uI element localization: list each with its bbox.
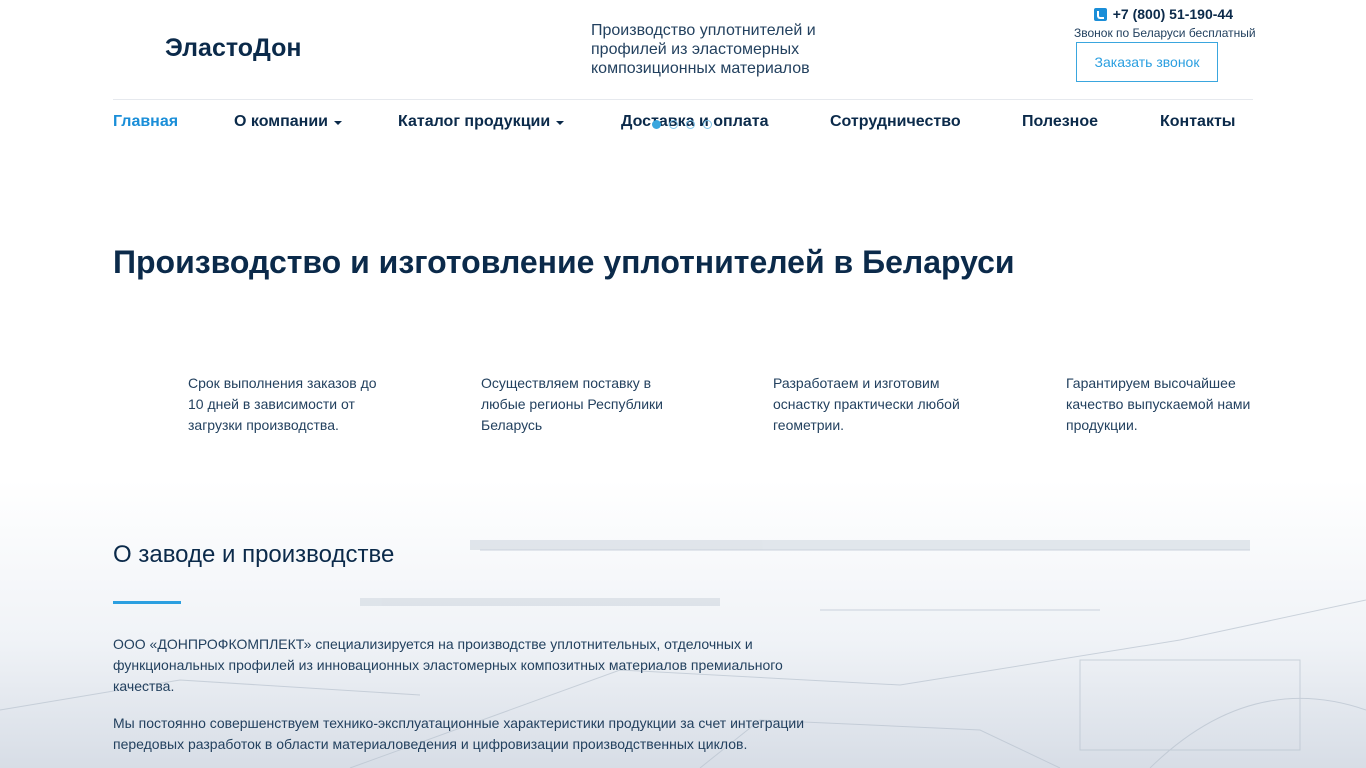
site-tagline: Производство уплотнителей и профилей из … — [591, 22, 816, 77]
contact-block: +7 (800) 51-190-44 Звонок по Беларуси бе… — [1074, 5, 1256, 40]
nav-item-label: Каталог продукции — [398, 113, 551, 130]
slider-dot[interactable] — [686, 120, 695, 129]
nav-item-label: Сотрудничество — [830, 113, 961, 130]
nav-item-label: Главная — [113, 113, 179, 130]
nav-item-catalog[interactable]: Каталог продукции — [398, 113, 565, 131]
nav-item-home[interactable]: Главная — [113, 113, 178, 131]
order-callback-button[interactable]: Заказать звонок — [1076, 42, 1218, 82]
nav-item-about[interactable]: О компании — [234, 113, 342, 131]
feature-item: Разработаем и изготовим оснастку практич… — [773, 375, 960, 433]
about-paragraph: ООО «ДОНПРОФКОМПЛЕКТ» специализируется н… — [113, 636, 783, 694]
site-logo[interactable]: ЭластоДон — [165, 34, 302, 63]
nav-item-useful[interactable]: Полезное — [1022, 113, 1098, 131]
caret-down-icon — [333, 121, 342, 125]
feature-item: Гарантируем высочайшее качество выпускае… — [1066, 375, 1251, 433]
phone-icon — [1093, 7, 1107, 21]
header-divider — [113, 99, 1253, 100]
phone-link[interactable]: +7 (800) 51-190-44 — [1074, 5, 1233, 23]
feature-item: Срок выполнения заказов до 10 дней в зав… — [188, 375, 377, 433]
slider-dot[interactable] — [703, 120, 712, 129]
page-title: Производство и изготовление уплотнителей… — [113, 244, 1015, 280]
nav-item-cooperation[interactable]: Сотрудничество — [830, 113, 961, 131]
section-title-about: О заводе и производстве — [113, 541, 395, 568]
feature-item: Осуществляем поставку в любые регионы Ре… — [481, 375, 663, 433]
phone-note: Звонок по Беларуси бесплатный — [1074, 26, 1256, 40]
nav-item-contacts[interactable]: Контакты — [1160, 113, 1235, 131]
caret-down-icon — [556, 121, 565, 125]
nav-item-label: О компании — [234, 113, 328, 130]
nav-item-label: Контакты — [1160, 113, 1236, 130]
about-paragraph: Мы постоянно совершенствуем технико-эксп… — [113, 715, 805, 752]
nav-item-label: Полезное — [1022, 113, 1099, 130]
slider-dot[interactable] — [669, 120, 678, 129]
phone-number: +7 (800) 51-190-44 — [1112, 6, 1233, 22]
title-underline — [113, 601, 181, 604]
slider-dots — [652, 120, 712, 129]
slider-dot[interactable] — [652, 120, 661, 129]
